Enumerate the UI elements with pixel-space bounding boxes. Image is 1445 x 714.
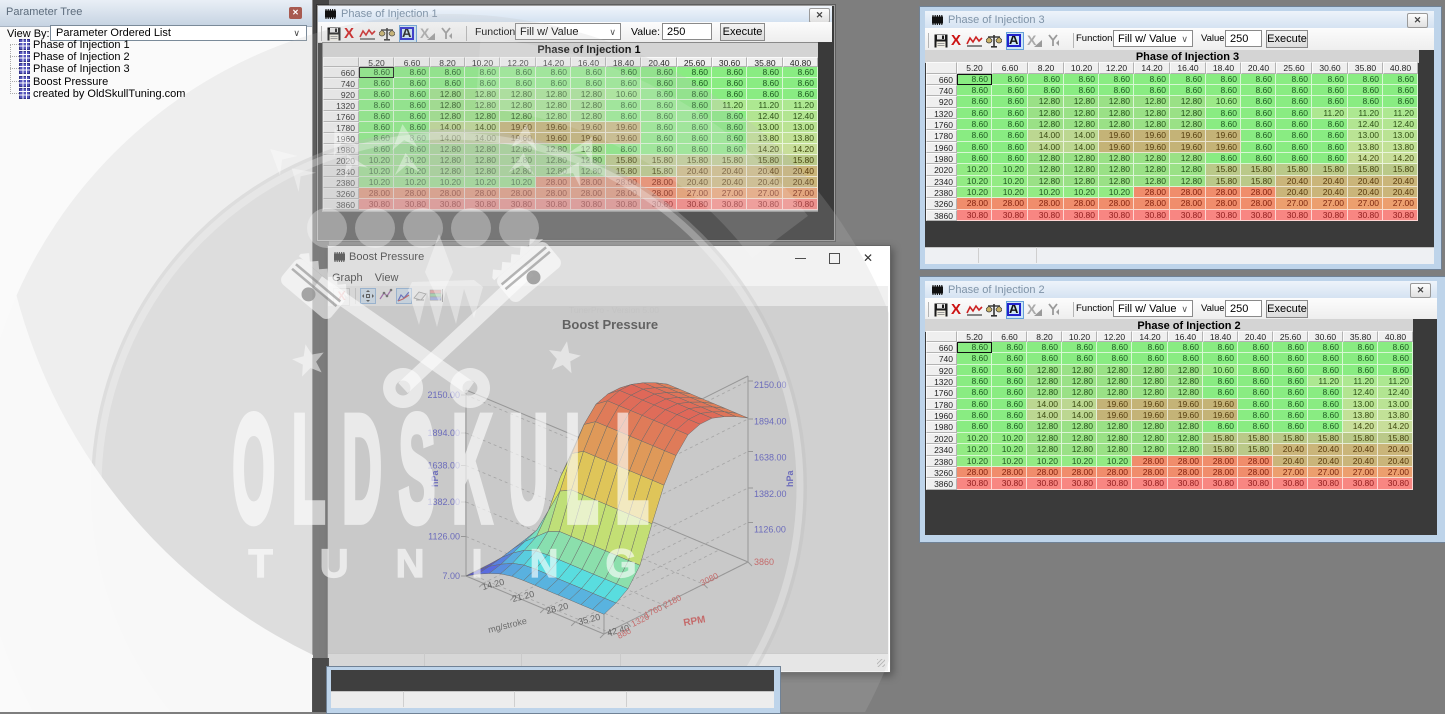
svg-text:7.00: 7.00 xyxy=(442,571,460,581)
svg-text:14.20: 14.20 xyxy=(481,577,505,592)
svg-text:35.20: 35.20 xyxy=(577,612,601,627)
svg-text:2150.00: 2150.00 xyxy=(427,390,460,400)
svg-text:3860: 3860 xyxy=(754,557,774,567)
svg-text:hPa: hPa xyxy=(430,469,440,487)
svg-text:21.20: 21.20 xyxy=(511,589,535,604)
svg-text:RPM: RPM xyxy=(683,614,707,629)
svg-text:2150.00: 2150.00 xyxy=(754,380,787,390)
svg-text:1894.00: 1894.00 xyxy=(754,417,787,427)
svg-text:hPa: hPa xyxy=(785,469,795,487)
svg-text:1126.00: 1126.00 xyxy=(754,525,786,535)
svg-text:1894.00: 1894.00 xyxy=(427,428,460,438)
svg-text:1126.00: 1126.00 xyxy=(428,532,460,542)
svg-text:1382.00: 1382.00 xyxy=(427,497,460,507)
svg-text:1382.00: 1382.00 xyxy=(754,489,787,499)
svg-text:mg/stroke: mg/stroke xyxy=(487,616,528,635)
svg-text:3080: 3080 xyxy=(698,570,720,587)
svg-text:2180: 2180 xyxy=(661,592,683,609)
svg-text:1638.00: 1638.00 xyxy=(427,461,460,471)
svg-text:1638.00: 1638.00 xyxy=(754,453,787,463)
